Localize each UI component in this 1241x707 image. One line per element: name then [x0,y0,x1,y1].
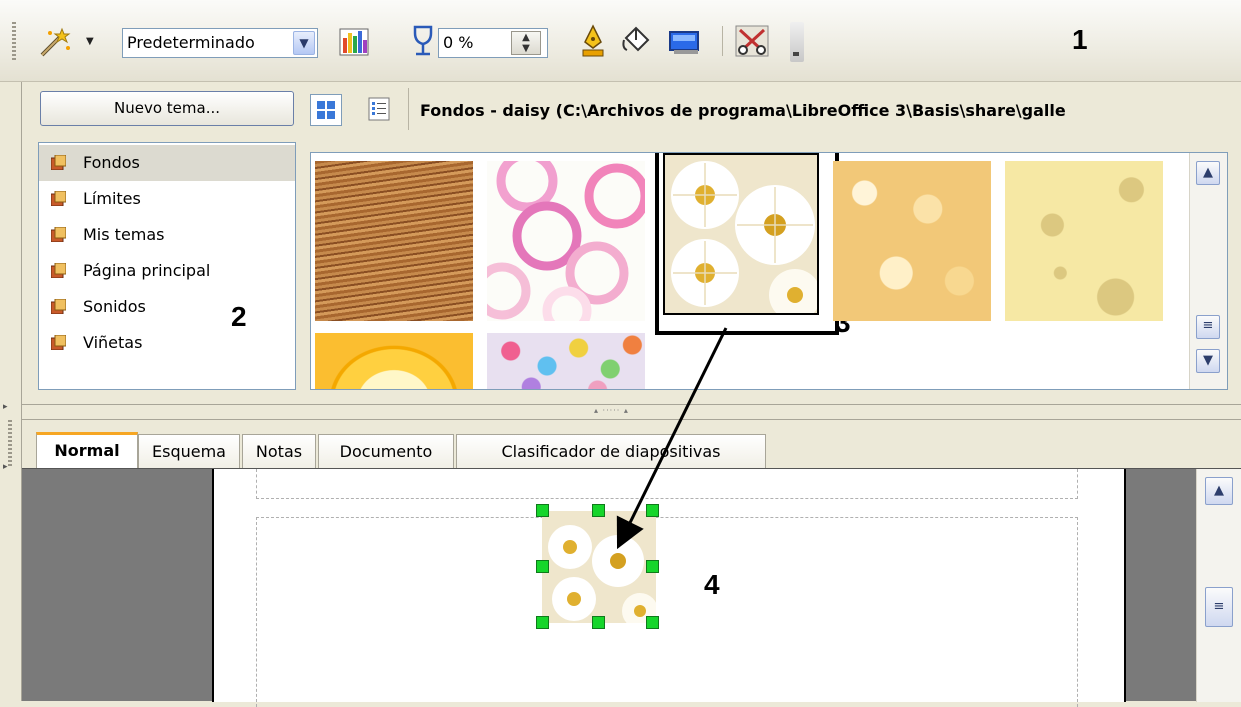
resize-handle-nw[interactable] [536,504,549,517]
toolbar-grip[interactable] [12,22,16,60]
tab-esquema[interactable]: Esquema [138,434,240,468]
theme-list: Fondos Límites Mis temas Página principa… [38,142,296,390]
thumbnail-scrollbar[interactable]: ▲ ≡ ▼ [1189,153,1227,389]
inserted-daisy-image[interactable] [542,511,656,623]
gallery-panel: Nuevo tema... Fondos Límites Mis temas P… [22,82,1241,407]
slide-page[interactable]: 4 [212,469,1126,707]
thumbnail-daisy-selected[interactable] [655,153,839,335]
resize-handle-w[interactable] [536,560,549,573]
paint-bucket-icon[interactable] [620,24,656,58]
panel-splitter[interactable]: ▴ ····· ▴ [22,404,1241,420]
new-theme-button[interactable]: Nuevo tema... [40,91,294,126]
screen-icon[interactable] [668,28,704,56]
theme-item-limites[interactable]: Límites [39,181,295,217]
theme-item-fondos[interactable]: Fondos [39,145,295,181]
gallery-path-title: Fondos - daisy (C:\Archivos de programa\… [420,101,1066,120]
theme-icon [51,299,66,314]
pen-icon[interactable] [580,24,606,60]
wand-dropdown-arrow[interactable]: ▼ [86,36,94,47]
thumbnail-confetti[interactable] [487,333,645,389]
theme-icon [51,155,66,170]
theme-item-label: Sonidos [83,297,146,316]
tab-normal[interactable]: Normal [36,432,138,468]
toolbar-separator [722,26,723,56]
chevron-down-icon[interactable]: ▼ [1196,349,1220,373]
theme-item-label: Página principal [83,261,211,280]
theme-icon [51,263,66,278]
icon-view-button[interactable] [310,94,342,126]
content-placeholder[interactable] [256,517,1078,707]
thumbnail-pink-rings[interactable] [473,153,650,336]
left-frame [0,82,22,701]
resize-handle-s[interactable] [592,616,605,629]
tab-clasificador[interactable]: Clasificador de diapositivas [456,434,766,468]
theme-item-pagina-principal[interactable]: Página principal [39,253,295,289]
theme-item-vinetas[interactable]: Viñetas [39,325,295,361]
scroll-thumb-icon[interactable]: ≡ [1205,587,1233,627]
resize-handle-sw[interactable] [536,616,549,629]
slide-workspace: 4 ▲ ≡ [22,468,1241,707]
grid-view-icon [317,101,335,119]
toolbar-overflow-button[interactable] [790,22,804,62]
thumbnail-grid: 3 ▲ ≡ ▼ [310,152,1228,390]
chevron-up-icon[interactable]: ▲ [1196,161,1220,185]
thumbnail-daisy [663,153,819,315]
resize-handle-se[interactable] [646,616,659,629]
thumbnail-orange[interactable] [315,333,473,389]
daisy-image [542,511,656,623]
scroll-thumb-icon[interactable]: ≡ [1196,315,1220,339]
pink-rings-image [473,153,650,336]
chevron-down-icon[interactable]: ▼ [293,31,315,55]
panel-separator [408,88,409,130]
drawing-toolbar: ▼ Predeterminado ▼ 0 % ▲ ▼ 1 [0,0,1241,82]
daisy-image [665,155,817,313]
tab-documento[interactable]: Documento [318,434,454,468]
chevron-up-icon[interactable]: ▲ [1205,477,1233,505]
chart-icon[interactable] [338,26,372,58]
resize-handle-e[interactable] [646,560,659,573]
theme-item-label: Límites [83,189,141,208]
theme-icon [51,227,66,242]
spin-arrows-icon[interactable]: ▲ ▼ [511,31,541,55]
theme-item-label: Viñetas [83,333,143,352]
theme-icon [51,335,66,350]
splitter-grip-icon: ▴ ····· ▴ [594,406,629,415]
detail-view-button[interactable] [364,94,396,126]
list-view-icon [368,97,390,121]
theme-list-items: Fondos Límites Mis temas Página principa… [39,145,295,361]
resize-handle-ne[interactable] [646,504,659,517]
thumbnail-wood[interactable] [315,161,473,321]
theme-item-label: Mis temas [83,225,165,244]
title-placeholder[interactable] [256,469,1078,499]
theme-item-label: Fondos [83,153,140,172]
transparency-icon [410,24,436,58]
style-combobox[interactable]: Predeterminado ▼ [122,28,318,58]
frame-arrow-icon: ▸ [3,462,8,472]
theme-item-sonidos[interactable]: Sonidos [39,289,295,325]
transparency-value: 0 % [443,33,474,52]
frame-grip[interactable] [8,420,12,468]
callout-1: 1 [1072,24,1088,55]
tab-notas[interactable]: Notas [242,434,316,468]
toolbar-overflow-icon [793,52,799,56]
theme-icon [51,191,66,206]
style-combobox-value: Predeterminado [127,33,255,52]
transparency-spinbox[interactable]: 0 % ▲ ▼ [438,28,548,58]
callout-4: 4 [704,569,720,600]
resize-handle-n[interactable] [592,504,605,517]
wand-icon[interactable] [38,26,72,58]
slide-scrollbar[interactable]: ▲ ≡ [1196,469,1241,702]
theme-item-mis-temas[interactable]: Mis temas [39,217,295,253]
callout-2: 2 [231,301,247,332]
frame-arrow-icon: ▸ [3,402,8,412]
thumbnail-popcorn[interactable] [833,161,991,321]
view-tab-bar: Normal Esquema Notas Documento Clasifica… [22,420,1241,468]
thumbnail-cheese[interactable] [1005,161,1163,321]
crop-icon[interactable] [734,22,774,60]
